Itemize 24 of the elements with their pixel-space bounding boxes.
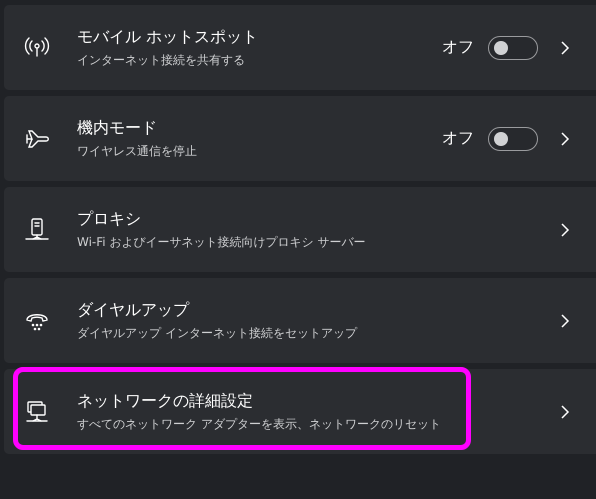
setting-title: ダイヤルアップ: [77, 300, 190, 320]
setting-description: インターネット接続を共有する: [77, 52, 246, 68]
setting-description: ダイヤルアップ インターネット接続をセットアップ: [77, 324, 358, 342]
chevron-right-icon: [560, 40, 570, 56]
settings-card[interactable]: ネットワークの詳細設定 すべてのネットワーク アダプターを表示、ネットワークのリセット: [4, 369, 596, 454]
setting-description: ワイヤレス通信を停止: [77, 142, 198, 160]
setting-description: すべてのネットワーク アダプターを表示、ネットワークのリセット: [77, 416, 442, 432]
toggle-state-label: オフ: [442, 37, 474, 58]
setting-title: 機内モード: [77, 118, 158, 138]
settings-card[interactable]: ダイヤルアップ ダイヤルアップ インターネット接続をセットアップ: [4, 278, 596, 363]
chevron-right-icon: [560, 130, 570, 146]
settings-card[interactable]: プロキシ Wi-Fi およびイーサネット接続向けプロキシ サーバー: [4, 187, 596, 272]
toggle-state-label: オフ: [442, 128, 474, 149]
chevron-right-icon: [560, 312, 570, 328]
chevron-right-icon: [560, 404, 570, 420]
toggle-switch[interactable]: [488, 126, 538, 150]
chevron-right-icon: [560, 222, 570, 238]
setting-description: Wi-Fi およびイーサネット接続向けプロキシ サーバー: [77, 234, 366, 250]
settings-card[interactable]: モバイル ホットスポット インターネット接続を共有する オフ: [4, 5, 596, 90]
setting-title: ネットワークの詳細設定: [77, 390, 254, 412]
setting-title: プロキシ: [77, 208, 142, 230]
toggle-switch[interactable]: [488, 36, 538, 60]
setting-title: モバイル ホットスポット: [77, 26, 260, 48]
settings-card[interactable]: 機内モード ワイヤレス通信を停止 オフ: [4, 96, 596, 181]
